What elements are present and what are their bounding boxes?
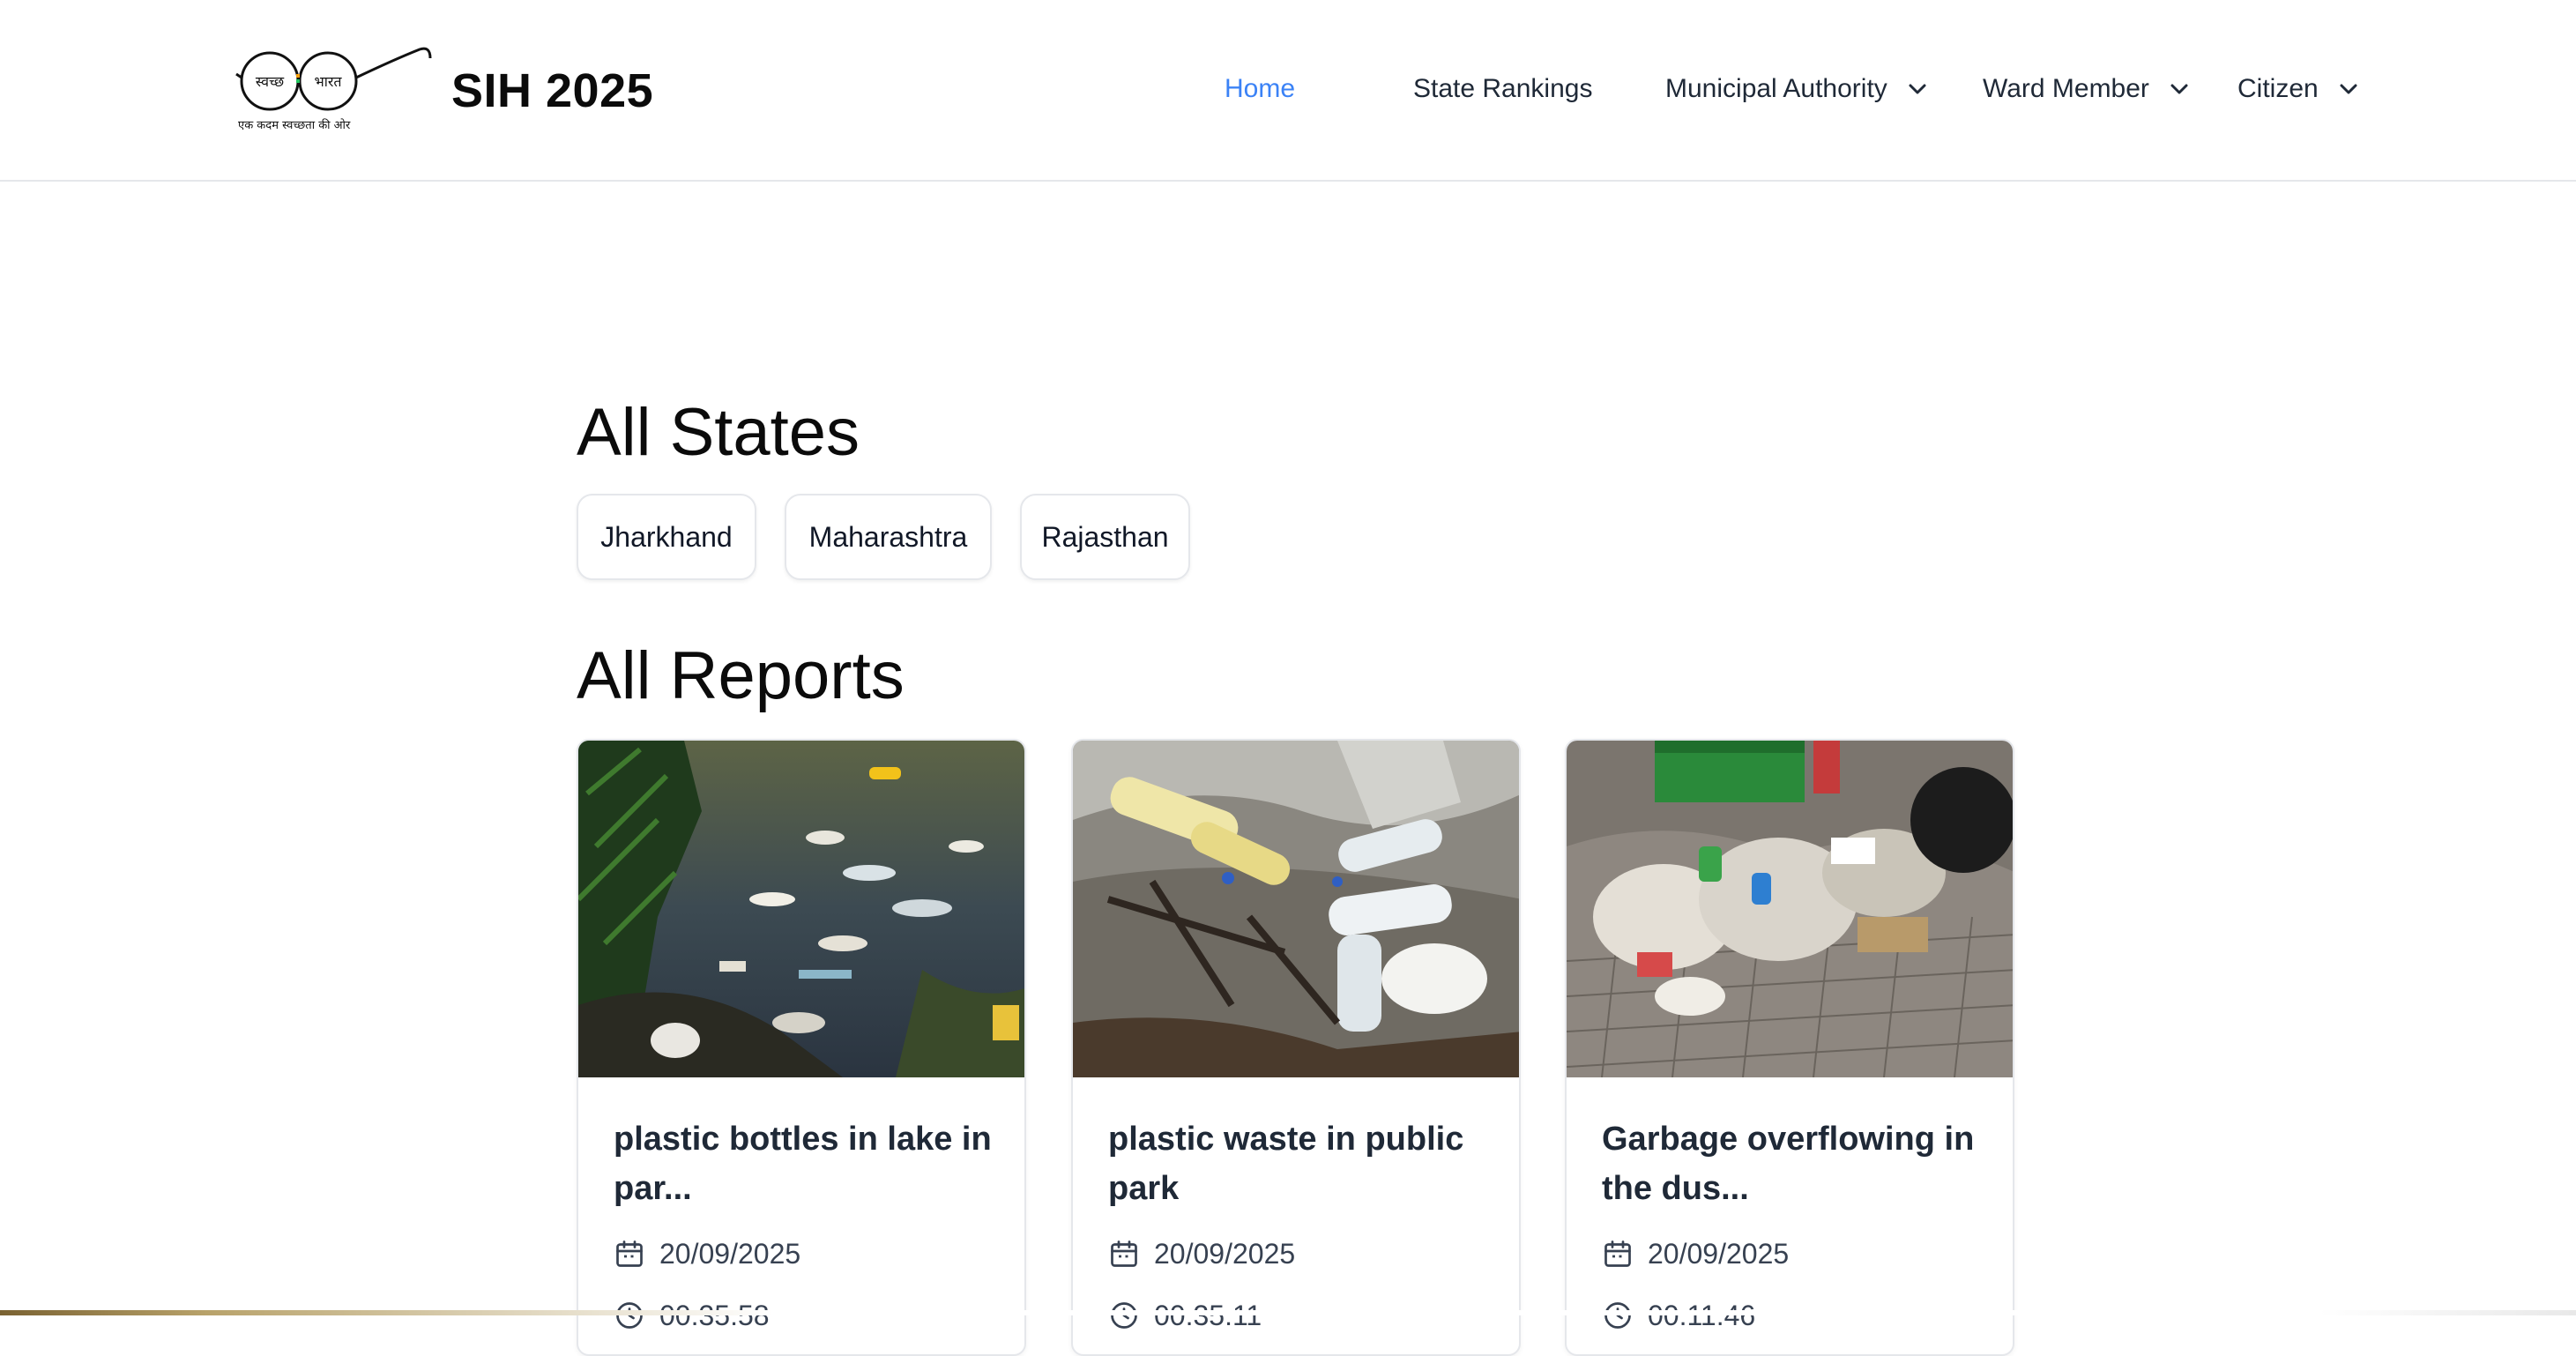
clock-icon (1111, 1302, 1137, 1329)
report-time: 00:35:11 (1108, 1298, 1262, 1333)
report-card[interactable]: plastic bottles in lake in par... 20/09/… (577, 739, 1026, 1356)
report-card[interactable]: plastic waste in public park 20/09/2025 … (1071, 739, 1521, 1356)
report-time: 00:35:58 (614, 1298, 770, 1333)
chevron-down-icon (1909, 84, 1926, 94)
state-chip-jharkhand[interactable]: Jharkhand (577, 494, 756, 580)
report-card[interactable]: Garbage overflowing in the dus... 20/09/… (1565, 739, 2014, 1356)
window-bottom-edge (0, 1310, 2576, 1315)
site-title[interactable]: SIH 2025 (451, 62, 653, 120)
report-date: 20/09/2025 (1602, 1236, 1789, 1271)
calendar-icon (616, 1241, 643, 1267)
report-image-polluted-lake (578, 741, 1024, 1077)
nav-municipal-authority[interactable]: Municipal Authority (1665, 71, 1928, 108)
nav-home[interactable]: Home (1225, 71, 1295, 108)
all-reports-heading: All Reports (577, 638, 905, 713)
report-date: 20/09/2025 (1108, 1236, 1295, 1271)
report-image-plastic-waste (1073, 741, 1519, 1077)
report-date: 20/09/2025 (614, 1236, 800, 1271)
report-title: Garbage overflowing in the dus... (1602, 1121, 1975, 1207)
report-title: plastic waste in public park (1108, 1121, 1464, 1207)
clock-icon (616, 1302, 643, 1329)
report-date-text: 20/09/2025 (1154, 1238, 1296, 1270)
report-title: plastic bottles in lake in par... (614, 1121, 992, 1207)
logo-tagline: एक कदम स्वच्छता की ओर (238, 118, 351, 132)
calendar-icon (1604, 1241, 1631, 1267)
chevron-down-icon (2170, 84, 2188, 94)
nav-home-label: Home (1225, 74, 1296, 103)
report-time: 00:11:46 (1602, 1298, 1755, 1333)
nav-state-rankings[interactable]: State Rankings (1413, 71, 1592, 108)
clock-icon (1604, 1302, 1631, 1329)
report-image-overflowing-dustbin (1567, 741, 2013, 1077)
chevron-down-icon (2340, 84, 2357, 94)
nav-ward-member-label: Ward Member (1983, 74, 2149, 103)
report-time-text: 00:35:11 (1154, 1300, 1262, 1331)
nav-citizen-label: Citizen (2237, 74, 2319, 103)
calendar-icon (1111, 1241, 1137, 1267)
nav-municipal-authority-label: Municipal Authority (1665, 74, 1887, 103)
nav-ward-member[interactable]: Ward Member (1983, 71, 2190, 108)
state-chip-maharashtra[interactable]: Maharashtra (785, 494, 992, 580)
report-time-text: 00:11:46 (1648, 1300, 1756, 1331)
nav-state-rankings-label: State Rankings (1413, 74, 1593, 103)
report-time-text: 00:35:58 (659, 1300, 770, 1331)
nav-citizen[interactable]: Citizen (2237, 71, 2359, 108)
state-chip-rajasthan[interactable]: Rajasthan (1020, 494, 1190, 580)
logo-right-word: भारत (314, 73, 342, 90)
swachh-bharat-logo[interactable]: स्वच्छ भारत एक कदम स्वच्छता की ओर (235, 42, 436, 138)
report-date-text: 20/09/2025 (659, 1238, 801, 1270)
report-date-text: 20/09/2025 (1648, 1238, 1790, 1270)
all-states-heading: All States (577, 395, 860, 470)
top-navbar: स्वच्छ भारत एक कदम स्वच्छता की ओर SIH 20… (0, 0, 2576, 182)
logo-left-word: स्वच्छ (256, 73, 285, 90)
